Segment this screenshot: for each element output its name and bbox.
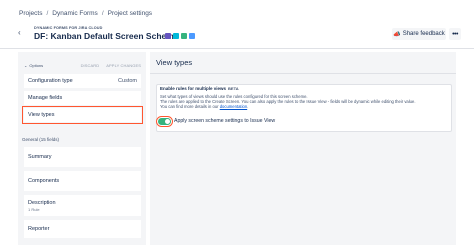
issue-view-toggle[interactable] bbox=[156, 116, 173, 127]
app-name: DYNAMIC FORMS FOR JIRA CLOUD bbox=[34, 26, 103, 30]
main-divider bbox=[150, 73, 456, 74]
sidebar-item-configuration-type[interactable]: Configuration type Custom bbox=[24, 74, 141, 88]
field-description[interactable]: Description 1 Rule bbox=[24, 195, 141, 216]
issue-type-icon bbox=[173, 33, 179, 39]
sidebar-item-label: View types bbox=[28, 112, 55, 118]
breadcrumb: Projects / Dynamic Forms / Project settings bbox=[19, 10, 152, 17]
sidebar-item-label: Configuration type bbox=[28, 78, 73, 84]
beta-badge: BETA bbox=[228, 86, 239, 91]
documentation-link[interactable]: documentation bbox=[220, 104, 247, 109]
field-label: Description bbox=[28, 199, 56, 206]
page-title: DF: Kanban Default Screen Scheme bbox=[34, 31, 179, 41]
issue-type-icon bbox=[165, 33, 171, 39]
more-options-button[interactable]: ••• bbox=[449, 28, 461, 40]
issue-type-icon bbox=[181, 33, 187, 39]
field-label: Components bbox=[28, 178, 60, 184]
share-feedback-label: Share feedback bbox=[402, 31, 445, 37]
title-icons bbox=[165, 33, 195, 39]
sidebar-item-view-types[interactable]: View types bbox=[22, 106, 143, 124]
header-divider bbox=[0, 48, 474, 49]
field-rule-count: 1 Rule bbox=[28, 206, 40, 212]
main-title: View types bbox=[156, 58, 193, 67]
card-description-line: You can find more details in our documen… bbox=[160, 104, 248, 109]
discard-button[interactable]: DISCARD bbox=[81, 63, 100, 68]
field-label: Summary bbox=[28, 154, 52, 160]
sidebar-item-manage-fields[interactable]: Manage fields bbox=[24, 91, 141, 105]
sidebar-item-label: Manage fields bbox=[28, 95, 63, 101]
options-toggle[interactable]: ⌄ Options bbox=[24, 63, 43, 68]
megaphone-icon: 📣 bbox=[393, 31, 401, 38]
card-docs-suffix: . bbox=[247, 104, 249, 109]
chevron-down-icon: ⌄ bbox=[24, 62, 28, 68]
toggle-knob bbox=[165, 119, 170, 124]
share-feedback-button[interactable]: 📣 Share feedback bbox=[392, 28, 446, 40]
options-bar: ⌄ Options DISCARD APPLY CHANGES bbox=[24, 59, 141, 71]
field-components[interactable]: Components bbox=[24, 171, 141, 191]
field-summary[interactable]: Summary bbox=[24, 147, 141, 167]
field-label: Reporter bbox=[28, 226, 50, 232]
field-reporter[interactable]: Reporter bbox=[24, 220, 141, 238]
breadcrumb-separator: / bbox=[101, 10, 104, 17]
configuration-type-value: Custom bbox=[118, 78, 137, 84]
issue-view-toggle-label: Apply screen scheme settings to Issue Vi… bbox=[174, 118, 276, 124]
back-arrow-icon[interactable]: ‹ bbox=[18, 28, 28, 38]
general-section-label: General (15 fields) bbox=[22, 137, 60, 142]
card-heading-text: Enable rules for multiple views bbox=[160, 86, 227, 91]
main-panel bbox=[150, 52, 456, 245]
breadcrumb-separator: / bbox=[46, 10, 49, 17]
issue-type-icon bbox=[189, 33, 195, 39]
apply-changes-button[interactable]: APPLY CHANGES bbox=[106, 63, 141, 68]
card-docs-text: You can find more details in our bbox=[160, 104, 219, 109]
card-heading: Enable rules for multiple views BETA bbox=[160, 86, 239, 91]
breadcrumb-projects[interactable]: Projects bbox=[19, 10, 42, 17]
options-label: Options bbox=[29, 62, 44, 68]
breadcrumb-project-settings[interactable]: Project settings bbox=[108, 10, 152, 17]
breadcrumb-dynamic-forms[interactable]: Dynamic Forms bbox=[52, 10, 98, 17]
